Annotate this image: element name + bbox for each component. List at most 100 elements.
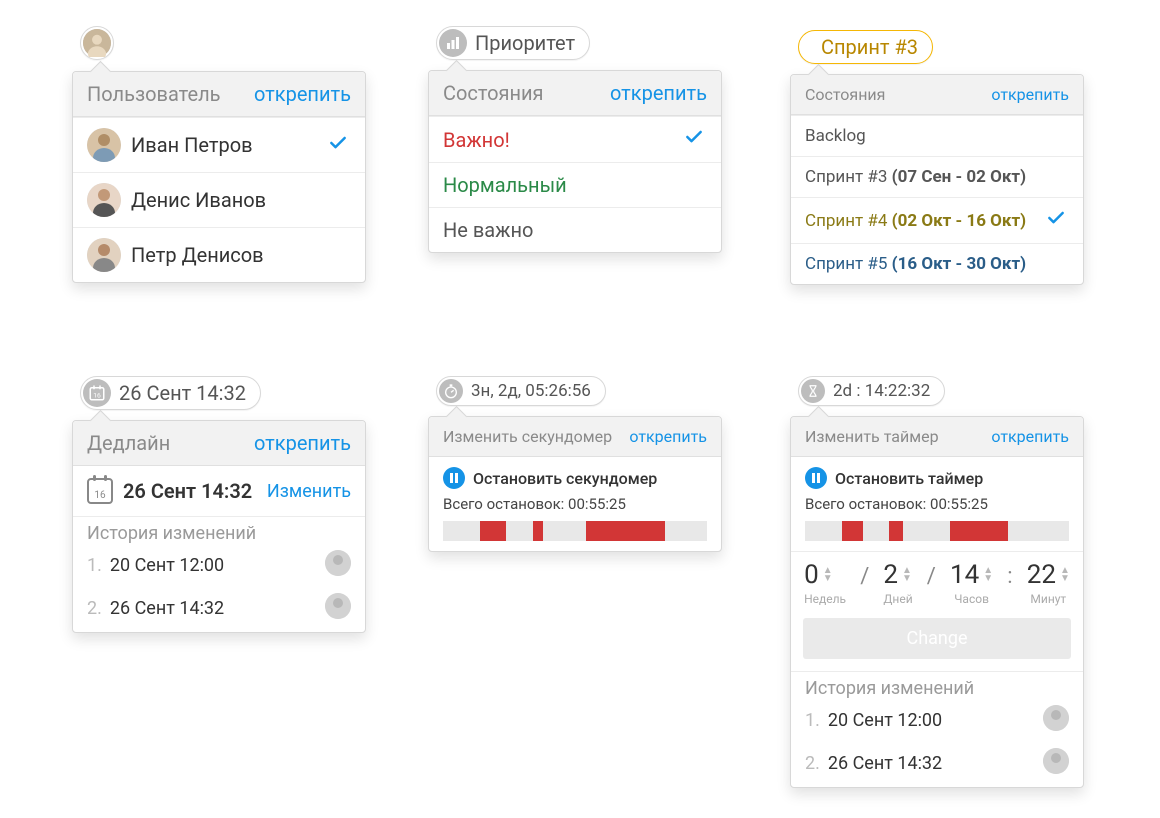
history-number: 2. — [805, 753, 820, 774]
avatar-icon — [1043, 748, 1069, 779]
user-row[interactable]: Петр Денисов — [73, 227, 365, 282]
history-text: 20 Сент 12:00 — [828, 710, 942, 731]
pause-icon — [805, 467, 827, 489]
sprint-label: Backlog — [805, 126, 866, 146]
timer-panel: 2d : 14:22:32 Изменить таймер открепить … — [790, 376, 1084, 788]
deadline-date: 26 Сент 14:32 — [123, 479, 257, 503]
stepper-arrows-icon[interactable]: ▲▼ — [902, 567, 912, 583]
duration-separator: / — [927, 564, 936, 603]
stepper-arrows-icon[interactable]: ▲▼ — [1060, 567, 1070, 583]
sprint-item[interactable]: Спринт #4 (02 Окт - 16 Окт) — [791, 197, 1083, 243]
bar-segment-stop — [950, 521, 1008, 541]
history-text: 26 Сент 14:32 — [110, 598, 224, 619]
history-row: 2. 26 Сент 14:32 — [791, 744, 1083, 787]
priority-label: Не важно — [443, 218, 533, 242]
user-name: Денис Иванов — [131, 188, 266, 212]
history-text: 20 Сент 12:00 — [110, 555, 224, 576]
popup-header: Пользователь открепить — [73, 72, 365, 117]
timer-pill[interactable]: 2d : 14:22:32 — [798, 376, 945, 406]
stop-button[interactable]: Остановить секундомер — [443, 467, 707, 489]
bar-chart-icon — [439, 29, 467, 57]
change-button[interactable]: Change — [803, 618, 1071, 659]
stopwatch-icon — [439, 379, 463, 403]
check-icon — [681, 127, 707, 152]
stop-button[interactable]: Остановить таймер — [805, 467, 1069, 489]
priority-item[interactable]: Не важно — [429, 207, 721, 252]
stopwatch-pill[interactable]: 3н, 2д, 05:26:56 — [436, 376, 606, 406]
stop-label: Остановить таймер — [835, 469, 983, 488]
deadline-panel: 16 26 Сент 14:32 Дедлайн открепить 16 26… — [72, 376, 366, 633]
duration-unit[interactable]: 0▲▼Недель — [804, 560, 846, 606]
sprint-panel: Спринт #3 Состояния открепить Backlog Сп… — [790, 30, 1084, 285]
bar-segment-run — [805, 521, 842, 541]
deadline-pill[interactable]: 16 26 Сент 14:32 — [80, 376, 261, 410]
history-text: 26 Сент 14:32 — [828, 753, 942, 774]
history-number: 1. — [805, 710, 820, 731]
sprint-item[interactable]: Спринт #3 (07 Сен - 02 Окт) — [791, 156, 1083, 197]
popup-header: Изменить секундомер открепить — [429, 417, 721, 457]
bar-segment-stop — [586, 521, 665, 541]
popup-title: Пользователь — [87, 82, 221, 106]
user-name: Иван Петров — [131, 133, 253, 157]
duration-picker: 0▲▼Недель/2▲▼Дней/14▲▼Часов:22▲▼Минут — [791, 551, 1083, 610]
user-row[interactable]: Денис Иванов — [73, 172, 365, 227]
unpin-link[interactable]: открепить — [991, 85, 1069, 104]
sprint-pill[interactable]: Спринт #3 — [798, 30, 933, 64]
duration-unit[interactable]: 22▲▼Минут — [1027, 560, 1070, 606]
sprint-item[interactable]: Спринт #5 (16 Окт - 30 Окт) — [791, 243, 1083, 284]
pill-label: 2d : 14:22:32 — [833, 381, 930, 401]
stops-bar — [443, 521, 707, 541]
priority-pill[interactable]: Приоритет — [436, 26, 590, 60]
calendar-icon: 16 — [83, 379, 111, 407]
history-number: 1. — [87, 555, 102, 576]
duration-unit[interactable]: 2▲▼Дней — [883, 560, 912, 606]
sprint-label: Спринт #4 (02 Окт - 16 Окт) — [805, 211, 1026, 231]
priority-item[interactable]: Важно! — [429, 116, 721, 162]
stepper-arrows-icon[interactable]: ▲▼ — [983, 567, 993, 583]
check-icon — [1043, 208, 1069, 233]
history-title: История изменений — [73, 516, 365, 546]
unpin-link[interactable]: открепить — [254, 82, 351, 106]
svg-text:16: 16 — [93, 392, 101, 400]
check-icon — [325, 133, 351, 158]
history-row: 2. 26 Сент 14:32 — [73, 589, 365, 632]
unpin-link[interactable]: открепить — [610, 81, 707, 105]
sprint-item[interactable]: Backlog — [791, 115, 1083, 156]
avatar-icon — [325, 593, 351, 624]
priority-label: Важно! — [443, 128, 510, 152]
user-popup: Пользователь открепить Иван Петров Денис… — [72, 71, 366, 283]
priority-popup: Состояния открепить Важно! Нормальный Не… — [428, 70, 722, 253]
sprint-popup: Состояния открепить Backlog Спринт #3 (0… — [790, 74, 1084, 285]
bar-segment-stop — [480, 521, 506, 541]
history-number: 2. — [87, 598, 102, 619]
avatar-icon — [1043, 705, 1069, 736]
popup-header: Дедлайн открепить — [73, 421, 365, 466]
popup-title: Состояния — [443, 81, 544, 105]
pill-label: Приоритет — [475, 31, 575, 55]
duration-value: 14 — [950, 560, 979, 590]
pill-label: 3н, 2д, 05:26:56 — [471, 381, 591, 401]
priority-panel: Приоритет Состояния открепить Важно! Нор… — [428, 26, 722, 253]
priority-label: Нормальный — [443, 173, 567, 197]
duration-value: 2 — [883, 560, 898, 590]
pill-label: 26 Сент 14:32 — [119, 381, 246, 405]
popup-header: Состояния открепить — [429, 71, 721, 116]
unpin-link[interactable]: открепить — [254, 431, 351, 455]
sprint-label: Спринт #5 (16 Окт - 30 Окт) — [805, 254, 1026, 274]
bar-segment-run — [903, 521, 951, 541]
unpin-link[interactable]: открепить — [629, 427, 707, 446]
avatar-icon — [87, 238, 121, 272]
calendar-icon: 16 — [87, 478, 113, 504]
user-pill[interactable] — [80, 26, 114, 60]
priority-item[interactable]: Нормальный — [429, 162, 721, 207]
change-link[interactable]: Изменить — [267, 481, 351, 502]
unpin-link[interactable]: открепить — [991, 427, 1069, 446]
user-name: Петр Денисов — [131, 243, 264, 267]
avatar-icon — [87, 128, 121, 162]
stepper-arrows-icon[interactable]: ▲▼ — [823, 567, 833, 583]
popup-title: Состояния — [805, 85, 885, 104]
total-stops: Всего остановок: 00:55:25 — [443, 495, 707, 513]
user-row[interactable]: Иван Петров — [73, 117, 365, 172]
hourglass-icon — [801, 379, 825, 403]
duration-unit[interactable]: 14▲▼Часов — [950, 560, 993, 606]
